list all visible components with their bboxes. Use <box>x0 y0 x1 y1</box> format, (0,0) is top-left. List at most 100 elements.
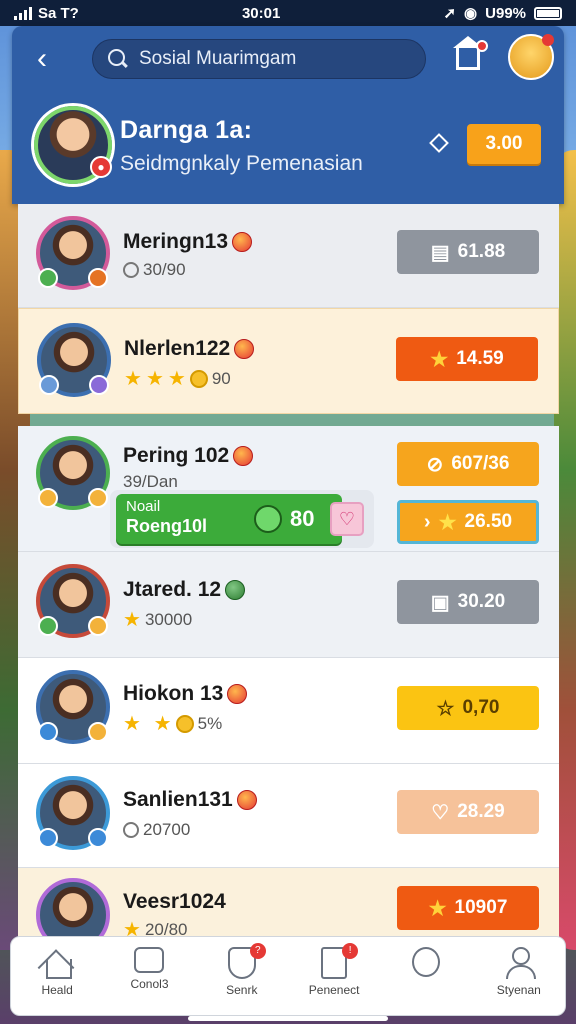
star-icon: ★ <box>124 368 142 390</box>
score-button[interactable]: ⊘ 607/36 <box>397 442 539 486</box>
search-icon <box>107 48 129 70</box>
player-stat: 5% <box>197 714 223 733</box>
score-button[interactable]: ▣ 30.20 <box>397 580 539 624</box>
claim-button[interactable]: › ★ 26.50 <box>397 500 539 544</box>
face-icon <box>412 947 441 977</box>
location-icon: ➚ <box>443 5 457 22</box>
profile-subtitle: Seidmgnkaly Pemenasian <box>120 152 363 175</box>
star-icon: ★ <box>428 897 447 920</box>
star-icon: ☆ <box>436 697 455 720</box>
coin-icon <box>189 370 208 388</box>
status-bar: Sa T? 30:01 ➚ ◉ U99% <box>0 0 576 26</box>
emoji-icon <box>233 446 254 466</box>
avatar <box>36 878 110 940</box>
box-icon: ▣ <box>430 591 450 614</box>
back-button[interactable]: ‹ <box>28 42 56 76</box>
emoji-icon <box>236 790 257 810</box>
star-icon: ★ <box>153 713 172 735</box>
star-icon: ★ <box>438 511 457 534</box>
score-value: 61.88 <box>457 241 506 262</box>
avatar <box>36 670 110 744</box>
score-button[interactable]: ♡ 28.29 <box>397 790 539 834</box>
score-button[interactable]: ▤ 61.88 <box>397 230 539 274</box>
promo-label: Noail <box>126 498 161 515</box>
carrier-label: Sa T? <box>38 4 79 22</box>
avatar <box>36 436 110 510</box>
home-icon <box>40 947 74 979</box>
avatar <box>37 323 111 397</box>
diamond-icon <box>429 133 449 153</box>
player-name: Nlerlen122 <box>124 337 231 360</box>
coin-icon <box>175 715 194 733</box>
profile-name: Darnga 1a: <box>120 116 253 144</box>
battery-icon <box>534 6 562 20</box>
player-stat: 30/90 <box>143 260 186 279</box>
nav-label: Penenect <box>308 983 360 997</box>
player-stat: 20700 <box>143 820 191 839</box>
gift-icon[interactable]: ♡ <box>330 502 364 536</box>
avatar <box>36 564 110 638</box>
score-button[interactable]: ★ 10907 <box>397 886 539 930</box>
score-value: 14.59 <box>456 348 504 369</box>
profile-status-badge: ● <box>90 156 112 178</box>
nav-label: Heald <box>41 983 73 997</box>
user-avatar-button[interactable] <box>508 34 554 80</box>
score-value: 10907 <box>454 897 508 918</box>
search-icon <box>123 262 139 278</box>
score-button[interactable]: ★ 14.59 <box>396 337 538 381</box>
nav-badge: ! <box>342 943 359 959</box>
list-item[interactable]: Hiokon 13 ★ ★ 5% ☆ 0,70 <box>18 658 559 764</box>
home-button[interactable] <box>452 36 488 74</box>
coins-button[interactable]: 3.00 <box>467 124 541 164</box>
star-icon: ★ <box>123 713 141 735</box>
nav-face[interactable] <box>384 941 468 1011</box>
avatar <box>36 216 110 290</box>
player-name: Pering 102 <box>123 444 230 467</box>
player-stat: 90 <box>211 369 231 388</box>
profile-avatar[interactable]: ● <box>34 106 112 184</box>
emoji-icon <box>227 684 248 704</box>
score-value: 30.20 <box>457 591 506 612</box>
list-item[interactable]: Jtared. 12 ★ 30000 ▣ 30.20 <box>18 552 559 658</box>
monster-icon <box>254 505 282 533</box>
alarm-icon: ◉ <box>464 5 478 22</box>
player-name: Hiokon 13 <box>123 682 224 705</box>
promo-number: 80 <box>290 506 315 531</box>
nav-penenect[interactable]: ! Penenect <box>292 941 376 1011</box>
list-item[interactable]: Veesr1024 ★ 20/80 ★ 10907 <box>18 868 559 940</box>
nav-label: Conol3 <box>130 977 169 991</box>
star-icon: ★ <box>123 609 141 631</box>
nav-search[interactable]: ? Senrk <box>200 941 284 1011</box>
list-item[interactable]: Nlerlen122 ★ ★ ★ 90 ★ 14.59 <box>18 308 559 414</box>
score-button[interactable]: ☆ 0,70 <box>397 686 539 730</box>
star-icon: ★ <box>145 368 164 390</box>
promo-banner[interactable]: Noail Roeng10l 80 <box>116 494 342 544</box>
score-value: 0,70 <box>462 697 500 718</box>
score-value: 607/36 <box>451 453 510 474</box>
heart-icon: ♡ <box>431 801 450 824</box>
nav-profile[interactable]: Styenan <box>477 941 561 1011</box>
star-icon: ★ <box>167 368 186 390</box>
list-item[interactable]: Meringn13 30/90 ▤ 61.88 <box>18 204 559 308</box>
nav-home[interactable]: Heald <box>15 941 99 1011</box>
signal-icon <box>14 6 32 20</box>
list-item[interactable]: Sanlien131 20700 ♡ 28.29 <box>18 764 559 868</box>
player-stat: 39/Dan <box>123 472 178 491</box>
player-name: Jtared. 12 <box>123 578 222 601</box>
star-icon: ★ <box>430 348 449 371</box>
home-indicator[interactable] <box>188 1016 388 1021</box>
clipboard-icon: ▤ <box>430 241 450 264</box>
emoji-icon <box>225 580 246 600</box>
battery-percent: U99% <box>485 4 526 22</box>
emoji-icon <box>234 339 255 359</box>
nav-conol[interactable]: Conol3 <box>107 941 191 1011</box>
claim-value: 26.50 <box>464 511 513 532</box>
nav-label: Senrk <box>226 983 258 997</box>
player-stat: 30000 <box>144 610 193 629</box>
search-bar[interactable]: Sosial Muarimgam <box>92 39 426 79</box>
player-name: Sanlien131 <box>123 788 233 811</box>
score-value: 28.29 <box>457 801 505 822</box>
search-input[interactable]: Sosial Muarimgam <box>139 48 296 70</box>
notification-dot <box>476 40 488 52</box>
search-icon <box>123 822 139 838</box>
